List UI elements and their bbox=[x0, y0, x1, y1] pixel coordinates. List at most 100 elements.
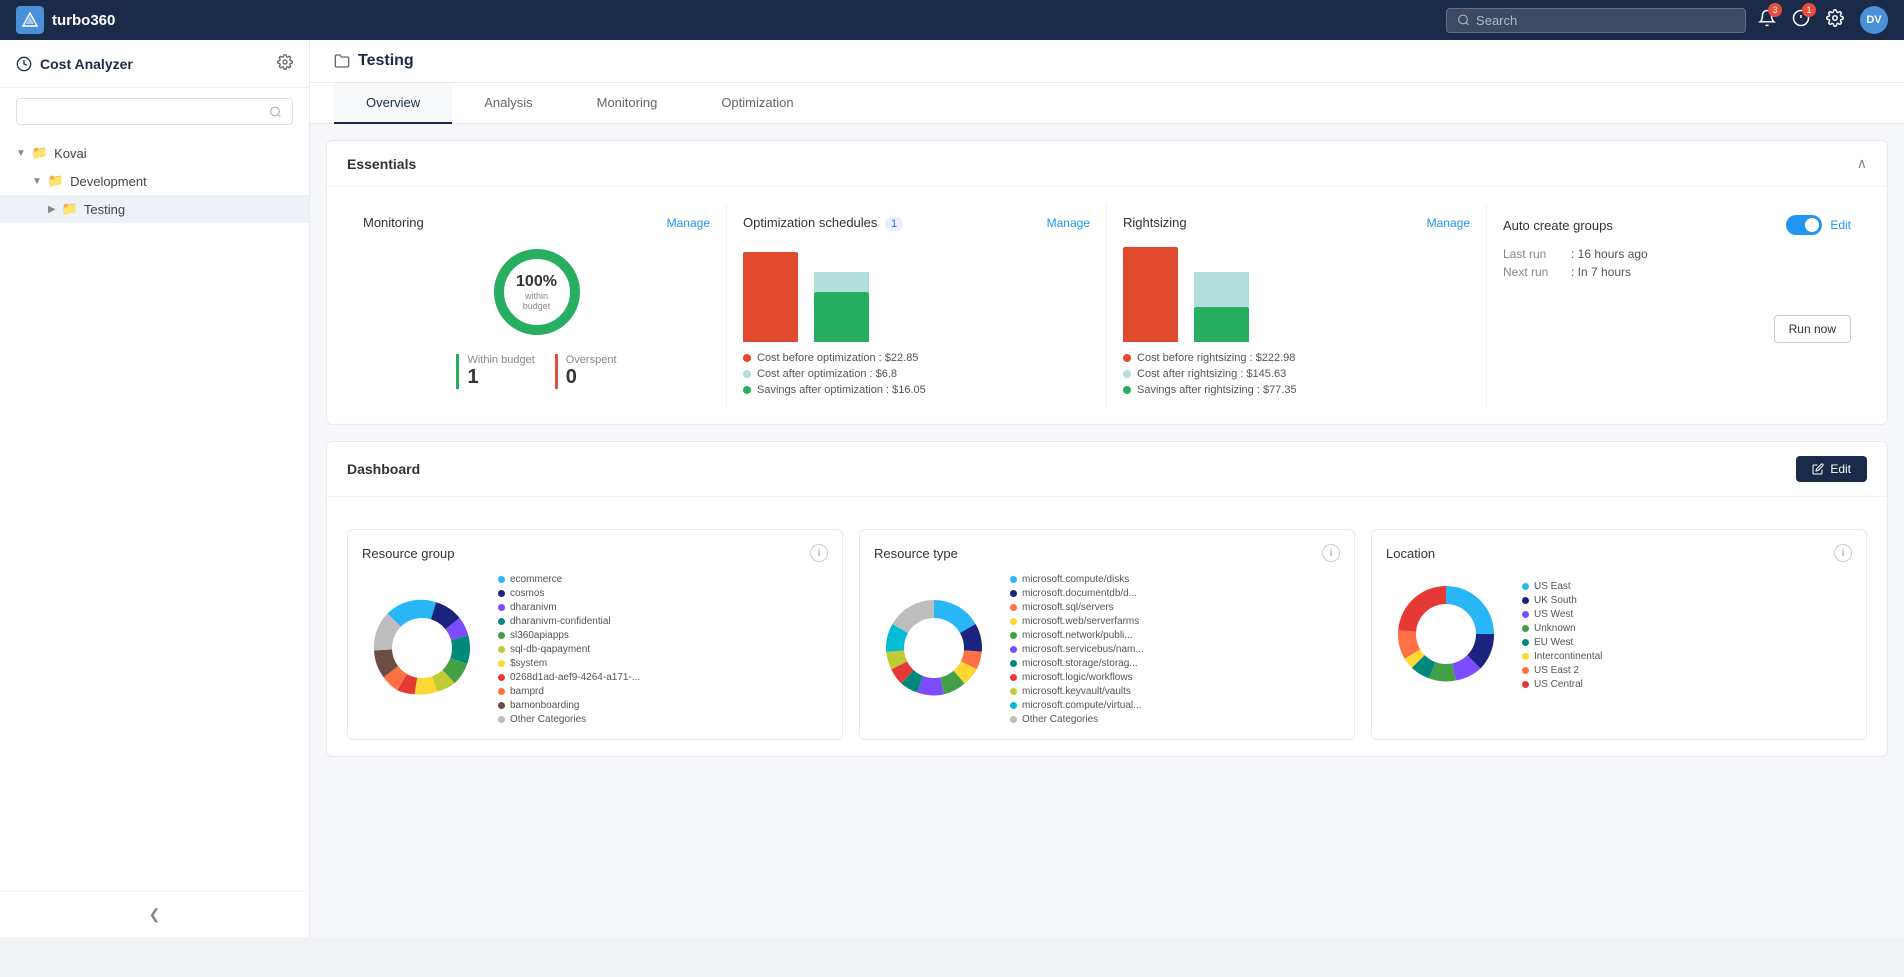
within-budget-val: 1 bbox=[467, 366, 534, 389]
legend-label: cosmos bbox=[510, 588, 544, 599]
legend-dot bbox=[1123, 354, 1131, 362]
legend-dot bbox=[1010, 604, 1017, 611]
monitoring-header: Monitoring Manage bbox=[363, 215, 710, 230]
legend-item: dharanivm bbox=[498, 602, 640, 613]
folder-icon: 📁 bbox=[32, 145, 48, 161]
legend-item: microsoft.compute/virtual... bbox=[1010, 700, 1144, 711]
tab-optimization[interactable]: Optimization bbox=[689, 83, 825, 124]
legend-item: Cost after optimization : $6.8 bbox=[743, 368, 926, 380]
legend-label: Unknown bbox=[1534, 623, 1576, 634]
topnav-actions: 3 1 DV bbox=[1758, 6, 1888, 34]
bar-after-light bbox=[1194, 272, 1249, 307]
search-bar[interactable] bbox=[1446, 8, 1746, 33]
dashboard-edit-button[interactable]: Edit bbox=[1796, 456, 1867, 482]
info-icon[interactable]: i bbox=[810, 544, 828, 562]
sidebar-item-development[interactable]: ▼ 📁 Development bbox=[0, 167, 309, 195]
run-info: Last run : 16 hours ago Next run : In 7 … bbox=[1503, 247, 1851, 279]
sidebar-search[interactable] bbox=[16, 98, 293, 125]
legend-item: 0268d1ad-aef9-4264-a171-... bbox=[498, 672, 640, 683]
sidebar-item-testing[interactable]: ▶ 📁 Testing bbox=[0, 195, 309, 223]
auto-create-toggle[interactable] bbox=[1786, 215, 1822, 235]
legend-dot bbox=[1522, 597, 1529, 604]
monitoring-manage-link[interactable]: Manage bbox=[667, 216, 710, 230]
legend-dot bbox=[498, 702, 505, 709]
legend-item: ecommerce bbox=[498, 574, 640, 585]
auto-create-header: Auto create groups Edit bbox=[1503, 215, 1851, 235]
donut-percentage: 100% bbox=[512, 273, 562, 291]
chart-card-header: Resource type i bbox=[874, 544, 1340, 562]
legend-dot bbox=[1010, 702, 1017, 709]
alerts-icon[interactable]: 1 bbox=[1792, 9, 1810, 32]
collapse-sidebar-button[interactable]: ❮ bbox=[141, 902, 169, 927]
notifications-icon[interactable]: 3 bbox=[1758, 9, 1776, 32]
optimization-manage-link[interactable]: Manage bbox=[1047, 216, 1090, 230]
dashboard-section: Dashboard Edit Resource group i bbox=[326, 441, 1888, 757]
run-now-button[interactable]: Run now bbox=[1774, 315, 1851, 343]
legend-item: microsoft.storage/storag... bbox=[1010, 658, 1144, 669]
legend-item: US Central bbox=[1522, 679, 1602, 690]
rightsizing-manage-link[interactable]: Manage bbox=[1427, 216, 1470, 230]
content-tabs: Overview Analysis Monitoring Optimizatio… bbox=[310, 83, 1904, 124]
location-chart: Location i bbox=[1371, 529, 1867, 740]
tab-overview[interactable]: Overview bbox=[334, 83, 452, 124]
chart-legend: US East UK South US West Unknown EU West… bbox=[1522, 581, 1602, 690]
legend-dot bbox=[1010, 646, 1017, 653]
legend-dot bbox=[1522, 667, 1529, 674]
bar-after-opt bbox=[814, 272, 869, 342]
legend-dot bbox=[498, 632, 505, 639]
app-logo[interactable]: turbo360 bbox=[16, 6, 115, 34]
legend-item: Unknown bbox=[1522, 623, 1602, 634]
legend-label: microsoft.logic/workflows bbox=[1022, 672, 1133, 683]
legend-item: EU West bbox=[1522, 637, 1602, 648]
info-icon[interactable]: i bbox=[1834, 544, 1852, 562]
search-input[interactable] bbox=[1476, 13, 1735, 28]
last-run-val: : 16 hours ago bbox=[1571, 247, 1648, 261]
monitoring-panel: Monitoring Manage 100% bbox=[347, 203, 727, 408]
last-run-label: Last run bbox=[1503, 247, 1563, 261]
tab-monitoring[interactable]: Monitoring bbox=[565, 83, 690, 124]
legend-item: US East bbox=[1522, 581, 1602, 592]
rightsizing-panel: Rightsizing Manage bbox=[1107, 203, 1487, 408]
legend-text: Cost before optimization : $22.85 bbox=[757, 352, 918, 364]
legend-dot bbox=[743, 386, 751, 394]
optimization-legend: Cost before optimization : $22.85 Cost a… bbox=[743, 352, 926, 396]
monitoring-donut: 100% within budget Within budget 1 bbox=[363, 242, 710, 389]
tab-analysis[interactable]: Analysis bbox=[452, 83, 564, 124]
donut-chart: 100% within budget bbox=[487, 242, 587, 342]
bar-before bbox=[743, 252, 798, 342]
user-avatar[interactable]: DV bbox=[1860, 6, 1888, 34]
legend-item: Savings after rightsizing : $77.35 bbox=[1123, 384, 1297, 396]
bar-after-dark bbox=[814, 292, 869, 342]
legend-item: bamprd bbox=[498, 686, 640, 697]
sidebar-settings-icon[interactable] bbox=[277, 54, 293, 73]
sidebar-item-kovai[interactable]: ▼ 📁 Kovai bbox=[0, 139, 309, 167]
auto-create-controls: Edit bbox=[1786, 215, 1851, 235]
legend-label: UK South bbox=[1534, 595, 1577, 606]
legend-item: microsoft.servicebus/nam... bbox=[1010, 644, 1144, 655]
sidebar-search-input[interactable] bbox=[27, 104, 263, 119]
next-run-label: Next run bbox=[1503, 265, 1563, 279]
legend-dot bbox=[498, 576, 505, 583]
legend-item: dharanivm-confidential bbox=[498, 616, 640, 627]
legend-label: microsoft.compute/disks bbox=[1022, 574, 1129, 585]
legend-text: Cost before rightsizing : $222.98 bbox=[1137, 352, 1295, 364]
legend-dot bbox=[498, 716, 505, 723]
essentials-collapse-icon[interactable]: ∧ bbox=[1857, 155, 1867, 172]
rightsizing-legend: Cost before rightsizing : $222.98 Cost a… bbox=[1123, 352, 1297, 396]
legend-label: US West bbox=[1534, 609, 1573, 620]
settings-icon[interactable] bbox=[1826, 9, 1844, 32]
legend-dot bbox=[743, 370, 751, 378]
info-icon[interactable]: i bbox=[1322, 544, 1340, 562]
rightsizing-chart: Cost before rightsizing : $222.98 Cost a… bbox=[1123, 242, 1470, 396]
folder-icon: 📁 bbox=[62, 201, 78, 217]
alert-badge: 1 bbox=[1802, 3, 1816, 17]
legend-dot bbox=[1010, 674, 1017, 681]
bar-after-dark bbox=[1194, 307, 1249, 342]
dashboard-title: Dashboard bbox=[347, 461, 420, 477]
auto-create-edit-link[interactable]: Edit bbox=[1830, 218, 1851, 232]
legend-dot bbox=[1522, 639, 1529, 646]
legend-label: dharanivm-confidential bbox=[510, 616, 611, 627]
legend-item: bamonboarding bbox=[498, 700, 640, 711]
next-run-val: : In 7 hours bbox=[1571, 265, 1631, 279]
essentials-header: Essentials ∧ bbox=[327, 141, 1887, 187]
